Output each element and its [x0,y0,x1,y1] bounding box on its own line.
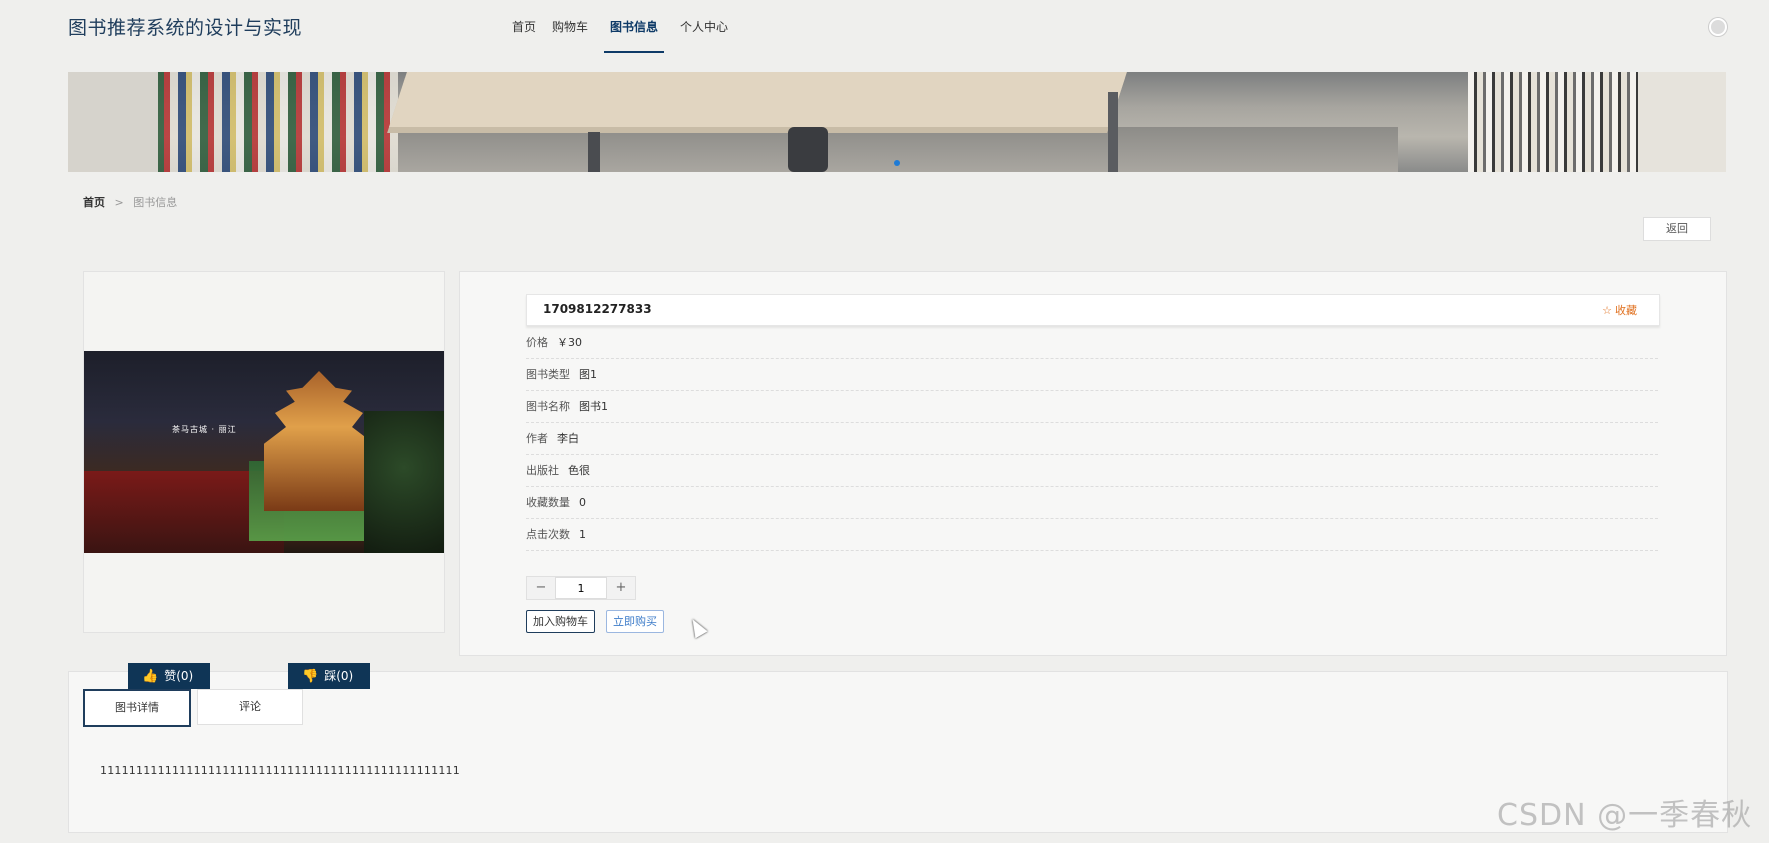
attr-author: 作者 李白 [526,423,1658,455]
thumbs-up-icon: 👍 [142,669,159,684]
star-icon: ☆ [1602,304,1612,317]
tab-comments[interactable]: 评论 [197,689,303,725]
book-title: 1709812277833 [543,302,652,316]
tab-book-detail[interactable]: 图书详情 [83,689,191,727]
attr-publisher: 出版社 色很 [526,455,1658,487]
breadcrumb-home[interactable]: 首页 [83,196,105,209]
attr-price: 价格 ￥30 [526,327,1658,359]
breadcrumb-separator: > [114,196,124,209]
watermark: CSDN @一季春秋 [1497,798,1753,833]
nav-item-book-info[interactable]: 图书信息 [604,18,665,53]
increment-button[interactable]: + [607,577,635,599]
back-button[interactable]: 返回 [1643,217,1711,241]
book-image-panel: 茶马古城 · 丽江 [83,271,445,633]
quantity-input[interactable] [555,577,607,599]
nav-item-home[interactable]: 首页 [512,18,536,53]
dislike-label: 踩(0) [324,669,354,683]
carousel-indicator-dot[interactable] [894,160,900,166]
quantity-stepper: − + [526,576,636,600]
like-button[interactable]: 👍 赞(0) [128,663,210,689]
add-to-cart-button[interactable]: 加入购物车 [526,610,595,633]
attr-book-name: 图书名称 图书1 [526,391,1658,423]
buy-now-button[interactable]: 立即购买 [606,610,664,633]
book-detail-content: 1111111111111111111111111111111111111111… [100,764,460,777]
image-caption: 茶马古城 · 丽江 [172,425,237,434]
nav-item-personal-center[interactable]: 个人中心 [680,18,728,53]
attr-book-type: 图书类型 图1 [526,359,1658,391]
book-title-bar: 1709812277833 ☆ 收藏 [526,294,1660,326]
banner-carousel[interactable] [68,72,1726,172]
book-cover-image: 茶马古城 · 丽江 [84,351,444,553]
user-avatar-icon[interactable] [1709,18,1727,36]
decrement-button[interactable]: − [527,577,555,599]
attr-click-count: 点击次数 1 [526,519,1658,551]
site-title: 图书推荐系统的设计与实现 [68,17,303,39]
dislike-button[interactable]: 👎 踩(0) [288,663,370,689]
detail-panel [68,671,1728,833]
like-label: 赞(0) [164,669,194,683]
breadcrumb-current: 图书信息 [133,196,178,209]
book-info-panel: 1709812277833 ☆ 收藏 价格 ￥30 图书类型 图1 图书名称 图书1 作… [459,271,1727,656]
nav-item-cart[interactable]: 购物车 [552,18,588,53]
attr-favorite-count: 收藏数量 0 [526,487,1658,519]
breadcrumb: 首页 > 图书信息 [83,194,177,210]
favorite-button[interactable]: ☆ 收藏 [1602,302,1637,318]
favorite-label: 收藏 [1615,304,1637,317]
thumbs-down-icon: 👎 [302,669,319,684]
main-nav: 首页 购物车 图书信息 个人中心 [512,18,744,53]
